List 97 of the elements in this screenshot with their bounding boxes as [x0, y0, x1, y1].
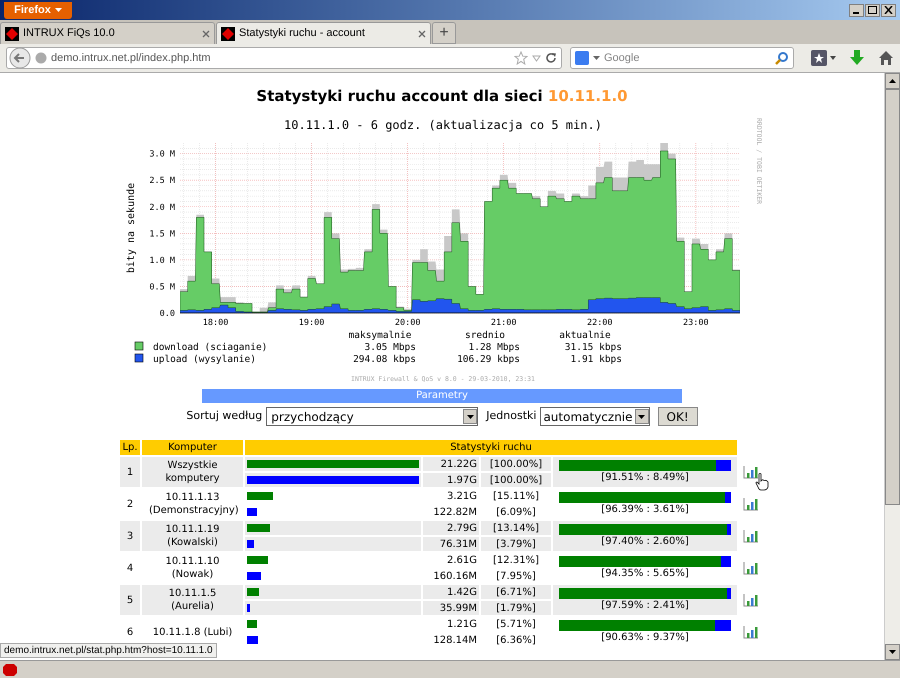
- diamond-icon: [221, 26, 235, 40]
- search-field[interactable]: Google: [570, 47, 794, 69]
- scrollbar[interactable]: [884, 73, 900, 660]
- column-header: Lp.: [120, 440, 140, 455]
- url-text: demo.intrux.net.pl/index.php.htm: [51, 50, 212, 66]
- ratio-text: [90.63% : 9.37%]: [601, 631, 689, 644]
- tick-label: 23:00: [683, 318, 709, 328]
- ratio-text: [97.59% : 2.41%]: [601, 599, 689, 612]
- globe-icon: [35, 52, 47, 64]
- star-icon[interactable]: [514, 51, 528, 65]
- table-cell: 76.31M: [423, 537, 479, 551]
- tick-label: 22:00: [586, 318, 613, 328]
- table-cell: [100.00%]: [481, 457, 551, 471]
- ratio-text: [91.51% : 8.49%]: [601, 471, 689, 484]
- legend-value: 31.15 kbps: [564, 342, 622, 353]
- legend-header: srednio: [464, 330, 506, 341]
- legend-header: maksymalnie: [348, 330, 412, 341]
- axis-label: bity na sekunde: [126, 182, 137, 274]
- home-icon[interactable]: [878, 50, 894, 66]
- legend-label: download (sciaganie): [153, 342, 268, 353]
- ratio-text: [96.39% : 3.61%]: [601, 503, 689, 516]
- scroll-down-icon[interactable]: [889, 650, 896, 654]
- table-cell: 10.11.1.5 (Aurelia): [142, 585, 243, 615]
- table-cell: 5: [120, 585, 140, 615]
- ratio-text: [94.35% : 5.65%]: [601, 567, 689, 580]
- tick-label: 18:00: [202, 318, 228, 328]
- maximize-button[interactable]: [865, 4, 880, 16]
- table-cell: [1.79%]: [481, 601, 551, 615]
- table-cell: Wszystkie komputery: [142, 457, 243, 487]
- legend-header: aktualnie: [559, 330, 611, 341]
- caret-icon: [54, 8, 62, 12]
- tick-label: 20:00: [394, 318, 420, 328]
- sort-label: Sortuj według: [186, 408, 262, 424]
- table-cell: 35.99M: [423, 601, 479, 615]
- tick-label: 3.0 M: [149, 150, 175, 160]
- bookmarks-icon[interactable]: [810, 49, 836, 67]
- units-select[interactable]: automatycznie: [540, 407, 650, 426]
- graph-subtitle: 10.11.1.0 - 6 godz. (aktualizacja co 5 min.): [284, 118, 602, 132]
- tick-label: 2.0 M: [149, 202, 175, 213]
- caret-icon: [466, 414, 474, 418]
- legend-value: 1.91 kbps: [570, 354, 622, 365]
- ratio-text: [97.40% : 2.60%]: [601, 535, 689, 548]
- tab-title: Statystyki ruchu - account: [239, 26, 366, 42]
- minimize-button[interactable]: [849, 4, 864, 16]
- google-icon: [575, 51, 589, 65]
- table-cell: [3.79%]: [481, 537, 551, 551]
- table-cell: [13.14%]: [481, 521, 551, 535]
- tick-label: 0.5 M: [149, 282, 175, 292]
- tab-title: INTRUX FiQs 10.0: [23, 26, 116, 42]
- table-cell: 2.79G: [423, 521, 479, 535]
- tick-label: 1.5 M: [149, 229, 175, 240]
- table-cell: 1: [120, 457, 140, 487]
- table-cell: 10.11.1.19 (Kowalski): [142, 521, 243, 551]
- caret-icon: [593, 56, 600, 60]
- table-cell: [6.71%]: [481, 585, 551, 599]
- browser-tab[interactable]: INTRUX FiQs 10.0: [0, 22, 215, 44]
- legend-value: 1.28 Mbps: [468, 342, 520, 353]
- legend-value: 106.29 kbps: [457, 354, 520, 365]
- table-cell: 21.22G: [423, 457, 479, 471]
- table-cell: [100.00%]: [481, 473, 551, 487]
- page-title: Statystyki ruchu account dla sieci 10.11.1.0: [255, 87, 629, 105]
- column-header: Komputer: [142, 440, 243, 455]
- tick-label: 2.5 M: [149, 176, 175, 186]
- table-cell: 1.97G: [423, 473, 479, 487]
- new-tab-button[interactable]: +: [432, 22, 456, 44]
- tick-label: 0.0: [160, 309, 175, 319]
- maximize-icon: [868, 6, 877, 14]
- ok-button[interactable]: OK!: [658, 407, 698, 426]
- search-icon[interactable]: [775, 51, 789, 65]
- reload-icon[interactable]: [545, 52, 557, 64]
- browser-tab[interactable]: Statystyki ruchu - account: [216, 22, 431, 44]
- close-icon[interactable]: [418, 30, 426, 38]
- diamond-icon: [5, 26, 19, 40]
- legend-value: 294.08 kbps: [353, 354, 416, 365]
- column-header: Statystyki ruchu: [245, 440, 738, 455]
- bar-chart-icon[interactable]: [743, 465, 760, 479]
- caret-icon: [638, 414, 646, 418]
- caret-icon[interactable]: [532, 54, 541, 62]
- close-button[interactable]: [881, 4, 896, 16]
- download-icon[interactable]: [850, 50, 864, 66]
- legend-value: 3.05 Mbps: [364, 342, 416, 353]
- tick-label: 21:00: [490, 318, 516, 328]
- stop-sign-icon[interactable]: [2, 662, 18, 676]
- units-label: Jednostki: [486, 408, 536, 424]
- close-icon: [884, 6, 893, 14]
- legend-label: upload (wysylanie): [153, 354, 256, 365]
- url-field[interactable]: demo.intrux.net.pl/index.php.htm: [6, 47, 562, 69]
- section-header: Parametry: [202, 389, 682, 403]
- tick-label: 1.0 M: [149, 256, 175, 266]
- sort-select[interactable]: przychodzący: [266, 407, 478, 426]
- table-cell: 3: [120, 521, 140, 551]
- scroll-up-icon[interactable]: [889, 79, 896, 83]
- back-icon[interactable]: [9, 47, 31, 69]
- close-icon[interactable]: [202, 30, 210, 38]
- tick-label: 19:00: [298, 318, 324, 328]
- search-input[interactable]: Google: [604, 50, 771, 66]
- table-cell: 1.42G: [423, 585, 479, 599]
